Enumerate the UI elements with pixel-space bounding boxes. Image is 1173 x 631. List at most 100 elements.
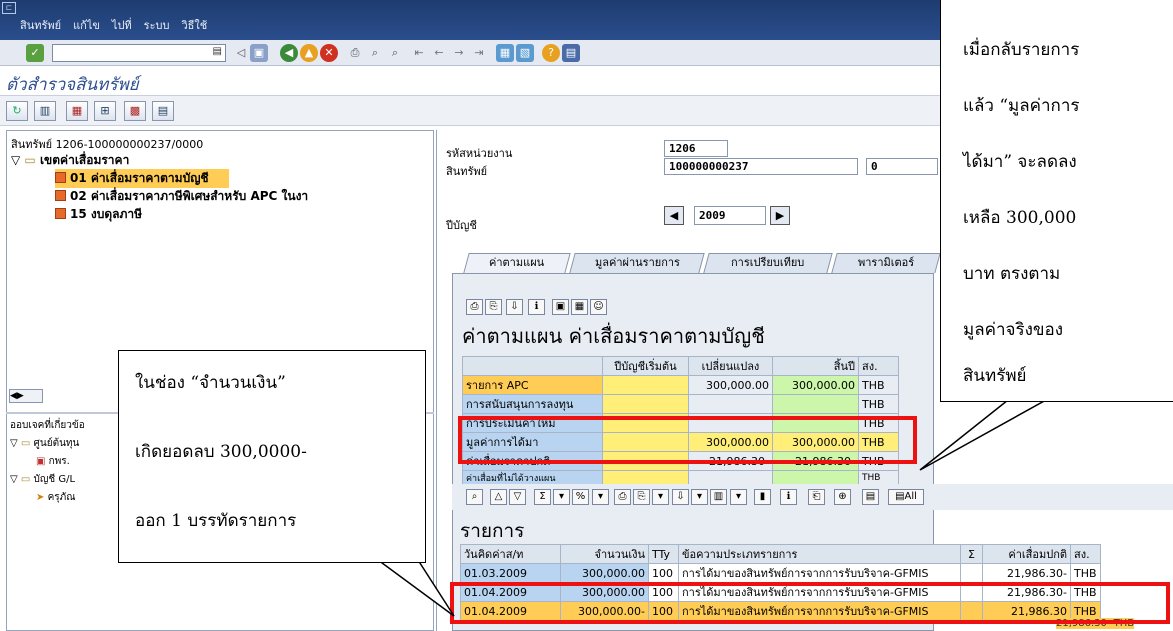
find-icon[interactable]: ⌕: [366, 44, 384, 62]
tab-label: ค่าตามแผน: [489, 256, 545, 269]
print-icon[interactable]: ⎙: [614, 489, 631, 505]
table-row[interactable]: การสนับสนุนการลงทุน THB: [462, 394, 899, 414]
document-icon[interactable]: ⎗: [808, 489, 825, 505]
shortcut-icon[interactable]: ▧: [516, 44, 534, 62]
fiscal-year-field[interactable]: 2009: [694, 206, 766, 225]
info-icon[interactable]: ℹ: [780, 489, 797, 505]
asset-label: สินทรัพย์: [446, 165, 488, 178]
table-header-row: ปีบัญชีเริ่มต้น เปลี่ยนแปลง สิ้นปี สง.: [462, 356, 899, 376]
tab-comparison[interactable]: การเปรียบเทียบ: [703, 253, 833, 273]
tree-item-book-depreciation[interactable]: 01 ค่าเสื่อมราคาตามบัญชี: [55, 169, 229, 188]
calculator-icon[interactable]: ▦: [66, 101, 88, 121]
subtotal-icon[interactable]: ▾: [553, 489, 570, 505]
table-row[interactable]: รายการ APC 300,000.00 300,000.00 THB: [462, 375, 899, 395]
next-page-icon[interactable]: →: [450, 44, 468, 62]
details-icon[interactable]: ℹ: [528, 299, 545, 315]
tab-posted-values[interactable]: มูลค่าผ่านรายการ: [569, 253, 705, 273]
export-icon[interactable]: ⇩: [506, 299, 523, 315]
expand-icon[interactable]: ▽: [10, 474, 18, 485]
col-header: สง.: [1070, 544, 1101, 564]
callout-left-line: ออก 1 บรรทัดรายการ: [135, 511, 297, 531]
callout-right-line: แล้ว “มูลค่าการ: [963, 96, 1080, 116]
columns-icon[interactable]: ▥: [710, 489, 727, 505]
new-session-icon[interactable]: ▦: [496, 44, 514, 62]
previous-year-button[interactable]: ◀: [664, 206, 684, 225]
local-file-icon[interactable]: ⊕: [834, 489, 851, 505]
tree-item-tax-balance[interactable]: 15 งบดุลภาษี: [55, 205, 142, 224]
display-icon[interactable]: ▥: [34, 101, 56, 121]
layout-icon[interactable]: ▤: [562, 44, 580, 62]
menu-icon[interactable]: ▾: [652, 489, 669, 505]
calculator-icon[interactable]: ▦: [571, 299, 588, 315]
tree-cost-center[interactable]: ▽ ▭ ศูนย์ต้นทุน: [10, 436, 79, 451]
report-icon[interactable]: ▩: [124, 101, 146, 121]
menu-edit[interactable]: แก้ไข: [73, 16, 100, 34]
prev-page-icon[interactable]: ←: [430, 44, 448, 62]
callout-left: ในช่อง “จำนวนเงิน” เกิดยอดลบ 300,0000- อ…: [118, 350, 426, 563]
export-icon[interactable]: ⇩: [672, 489, 689, 505]
tab-planned-values[interactable]: ค่าตามแผน: [463, 253, 571, 273]
menu-goto[interactable]: ไปที่: [112, 16, 132, 34]
horizontal-scrollbar[interactable]: ◀▶: [9, 389, 43, 403]
tree-kpr[interactable]: ▣ กพร.: [36, 454, 70, 469]
percent-icon[interactable]: %: [572, 489, 589, 505]
print-preview-icon[interactable]: ⎘: [485, 299, 502, 315]
back-icon[interactable]: ◀: [280, 44, 298, 62]
last-page-icon[interactable]: ⇥: [470, 44, 488, 62]
cell: THB: [858, 375, 899, 395]
menu-icon[interactable]: ▾: [592, 489, 609, 505]
tree-item-tax-depreciation[interactable]: 02 ค่าเสื่อมราคาภาษีพิเศษสำหรับ APC ในงา: [55, 187, 308, 206]
exit-icon[interactable]: ▲: [300, 44, 318, 62]
total-icon[interactable]: Σ: [534, 489, 551, 505]
print-icon[interactable]: ⎙: [466, 299, 483, 315]
graphic-icon[interactable]: ▣: [552, 299, 569, 315]
filter-icon[interactable]: ▽: [509, 489, 526, 505]
tree-item-label: ศูนย์ต้นทุน: [33, 438, 80, 449]
user-icon[interactable]: ☺: [590, 299, 607, 315]
hierarchy-icon[interactable]: ⊞: [94, 101, 116, 121]
asset-subnumber-field[interactable]: 0: [866, 158, 938, 175]
menu-help[interactable]: วิธีใช้: [181, 16, 207, 34]
command-field[interactable]: ▤: [52, 44, 226, 62]
callout-right-line: เหลือ 300,000: [963, 208, 1077, 228]
cancel-icon[interactable]: ✕: [320, 44, 338, 62]
menu-asset[interactable]: สินทรัพย์: [20, 16, 61, 34]
asset-number-field[interactable]: 100000000237: [664, 158, 858, 175]
next-year-button[interactable]: ▶: [770, 206, 790, 225]
tree-equipment[interactable]: ➤ ครุภัณ: [36, 490, 76, 505]
first-page-icon[interactable]: ⇤: [410, 44, 428, 62]
save-icon[interactable]: ▣: [250, 44, 268, 62]
tree-folder-depreciation-areas[interactable]: ▽ ▭ เขตค่าเสื่อมราคา: [11, 151, 129, 170]
folder-icon: ▭: [20, 438, 31, 449]
enter-icon[interactable]: ✓: [26, 44, 44, 62]
help-icon[interactable]: ?: [542, 44, 560, 62]
dropdown-icon[interactable]: ▤: [213, 46, 222, 57]
tree-item-label: 02 ค่าเสื่อมราคาภาษีพิเศษสำหรับ APC ในงา: [70, 189, 309, 203]
callout-right-line: เมื่อกลับรายการ: [963, 40, 1080, 60]
layout-icon[interactable]: ▤: [862, 489, 879, 505]
tab-parameters[interactable]: พารามิเตอร์: [831, 253, 941, 273]
chart-icon[interactable]: ▮: [754, 489, 771, 505]
find-next-icon[interactable]: ⌕: [386, 44, 404, 62]
menu-icon[interactable]: ▾: [730, 489, 747, 505]
cell: [602, 375, 689, 395]
sort-icon[interactable]: △: [490, 489, 507, 505]
back-small-icon[interactable]: ◁: [232, 44, 250, 62]
expand-icon[interactable]: ▽: [10, 438, 18, 449]
refresh-icon[interactable]: ↻: [6, 101, 28, 121]
account-icon: ➤: [36, 492, 45, 503]
detail-icon[interactable]: ⌕: [466, 489, 483, 505]
callout-pointer-left: [378, 560, 455, 617]
expand-icon[interactable]: ▽: [11, 153, 20, 167]
print-preview-icon[interactable]: ⎘: [633, 489, 650, 505]
table-row[interactable]: 01.03.2009 300,000.00 100 การได้มาของสิน…: [460, 563, 1101, 583]
menu-icon[interactable]: ▾: [691, 489, 708, 505]
list-icon[interactable]: ▤: [152, 101, 174, 121]
sap-window-icon[interactable]: ⊏: [2, 2, 16, 14]
tree-gl-account[interactable]: ▽ ▭ บัญชี G/L: [10, 472, 75, 487]
cell: 01.03.2009: [460, 563, 561, 583]
company-code-field[interactable]: 1206: [664, 140, 728, 157]
print-icon[interactable]: ⎙: [346, 44, 364, 62]
menu-system[interactable]: ระบบ: [144, 16, 170, 34]
all-button[interactable]: ▤All: [888, 489, 924, 505]
